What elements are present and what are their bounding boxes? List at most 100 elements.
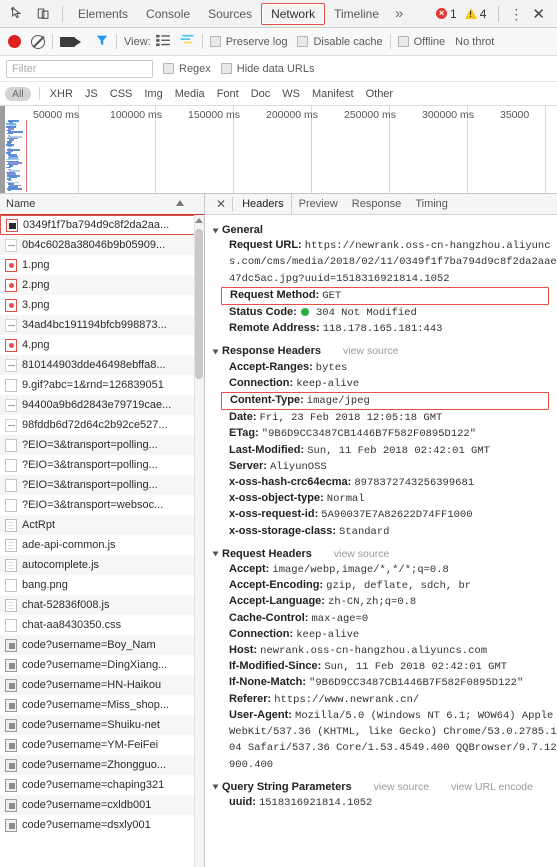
offline-checkbox[interactable]: Offline [398, 36, 446, 48]
table-row[interactable]: autocomplete.js [0, 555, 204, 575]
tab-elements[interactable]: Elements [69, 0, 137, 27]
tab-headers[interactable]: Headers [235, 194, 292, 214]
table-row[interactable]: code?username=Shuiku-net [0, 715, 204, 735]
type-filter-other[interactable]: Other [360, 87, 400, 101]
scroll-up-icon[interactable] [195, 218, 203, 223]
record-button[interactable] [8, 35, 21, 48]
filter-icon[interactable] [95, 34, 109, 50]
tab-network[interactable]: Network [261, 3, 325, 25]
section-response-headers[interactable]: Response Headers view source [213, 344, 557, 359]
table-row[interactable]: 9.gif?abc=1&rnd=126839051 [0, 375, 204, 395]
table-row[interactable]: code?username=cxldb001 [0, 795, 204, 815]
tab-timing[interactable]: Timing [408, 194, 455, 214]
tab-timeline[interactable]: Timeline [325, 0, 388, 27]
section-general[interactable]: General [213, 223, 557, 238]
type-filter-font[interactable]: Font [211, 87, 245, 101]
table-row[interactable]: 4.png [0, 335, 204, 355]
inspect-element-icon[interactable] [4, 1, 30, 27]
overview-left-handle[interactable] [0, 106, 5, 193]
table-row[interactable]: 0b4c6028a38046b9b05909... [0, 235, 204, 255]
section-query-string[interactable]: Query String Parameters view source view… [213, 780, 557, 795]
table-row[interactable]: 34ad4bc191194bfcb998873... [0, 315, 204, 335]
checkbox-box[interactable] [398, 36, 409, 47]
list-view-icon[interactable] [156, 34, 170, 49]
view-source-link[interactable]: view source [343, 344, 398, 359]
throttling-select[interactable]: No throt [455, 36, 494, 48]
type-filter-js[interactable]: JS [79, 87, 104, 101]
table-row[interactable]: 810144903dde46498ebffa8... [0, 355, 204, 375]
table-row[interactable]: chat-aa8430350.css [0, 615, 204, 635]
clear-button[interactable] [31, 35, 45, 49]
table-row[interactable]: 1.png [0, 255, 204, 275]
type-filter-img[interactable]: Img [138, 87, 168, 101]
filter-input[interactable] [6, 60, 153, 78]
table-row[interactable]: code?username=dsxly001 [0, 815, 204, 835]
request-list-scrollbar[interactable] [194, 215, 204, 867]
close-details-button[interactable]: ✕ [210, 197, 232, 211]
more-tabs-button[interactable]: » [388, 0, 410, 27]
dom-content-loaded-marker [26, 120, 27, 192]
preserve-log-checkbox[interactable]: Preserve log [210, 36, 288, 48]
table-row[interactable]: code?username=HN-Haikou [0, 675, 204, 695]
request-name: code?username=DingXiang... [22, 659, 167, 671]
dash-file-icon [5, 359, 17, 372]
table-row[interactable]: chat-52836f008.js [0, 595, 204, 615]
type-filter-css[interactable]: CSS [104, 87, 139, 101]
table-row[interactable]: bang.png [0, 575, 204, 595]
checkbox-box[interactable] [163, 63, 174, 74]
checkbox-box[interactable] [221, 63, 232, 74]
table-row[interactable]: 94400a9b6d2843e79719cae... [0, 395, 204, 415]
table-row[interactable]: code?username=Boy_Nam [0, 635, 204, 655]
table-row[interactable]: code?username=YM-FeiFei [0, 735, 204, 755]
disable-cache-checkbox[interactable]: Disable cache [297, 36, 382, 48]
devtools-menu-button[interactable]: ⋮ [502, 7, 530, 21]
table-row[interactable]: code?username=chaping321 [0, 775, 204, 795]
type-filter-xhr[interactable]: XHR [44, 87, 79, 101]
table-row[interactable]: ?EIO=3&transport=polling... [0, 435, 204, 455]
checkbox-box[interactable] [210, 36, 221, 47]
view-source-link[interactable]: view source [334, 547, 389, 562]
type-filter-all[interactable]: All [5, 87, 31, 101]
script-file-icon [5, 639, 17, 652]
chevron-down-icon [213, 228, 219, 233]
table-row[interactable]: ade-api-common.js [0, 535, 204, 555]
toggle-device-toolbar-icon[interactable] [30, 1, 56, 27]
regex-checkbox[interactable]: Regex [163, 63, 211, 75]
header-key: x-oss-request-id: [229, 508, 321, 520]
section-general-title: General [222, 223, 263, 238]
view-url-encoded-link[interactable]: view URL encode [451, 780, 533, 795]
scrollbar-thumb[interactable] [195, 229, 203, 379]
section-request-headers[interactable]: Request Headers view source [213, 547, 557, 562]
tab-response[interactable]: Response [345, 194, 409, 214]
type-filter-media[interactable]: Media [169, 87, 211, 101]
close-devtools-button[interactable]: ✕ [530, 5, 551, 23]
header-row: Date: Fri, 23 Feb 2018 12:05:18 GMT [213, 410, 557, 426]
capture-screenshots-icon[interactable] [60, 37, 75, 47]
tab-console[interactable]: Console [137, 0, 199, 27]
table-row[interactable]: 2.png [0, 275, 204, 295]
hide-data-urls-checkbox[interactable]: Hide data URLs [221, 63, 315, 75]
table-row[interactable]: 98fddb6d72d64c2b92ce527... [0, 415, 204, 435]
request-list[interactable]: 0349f1f7ba794d9c8f2da2aa... 0b4c6028a3804… [0, 215, 204, 867]
table-row[interactable]: ActRpt [0, 515, 204, 535]
type-filter-manifest[interactable]: Manifest [306, 87, 360, 101]
view-source-link[interactable]: view source [374, 780, 429, 795]
header-key: Accept-Encoding: [229, 579, 326, 591]
table-row[interactable]: 0349f1f7ba794d9c8f2da2aa... [0, 215, 204, 235]
table-row[interactable]: ?EIO=3&transport=websoc... [0, 495, 204, 515]
table-row[interactable]: code?username=Miss_shop... [0, 695, 204, 715]
waterfall-view-icon[interactable] [180, 34, 195, 49]
type-filter-doc[interactable]: Doc [245, 87, 277, 101]
table-row[interactable]: ?EIO=3&transport=polling... [0, 455, 204, 475]
request-list-header[interactable]: Name [0, 194, 204, 215]
checkbox-box[interactable] [297, 36, 308, 47]
error-badge[interactable]: × 1 4 [436, 7, 491, 21]
tab-sources[interactable]: Sources [199, 0, 261, 27]
tab-preview[interactable]: Preview [292, 194, 345, 214]
table-row[interactable]: 3.png [0, 295, 204, 315]
network-overview[interactable]: 50000 ms 100000 ms 150000 ms 200000 ms 25000… [0, 106, 557, 194]
table-row[interactable]: code?username=Zhongguo... [0, 755, 204, 775]
type-filter-ws[interactable]: WS [276, 87, 306, 101]
table-row[interactable]: ?EIO=3&transport=polling... [0, 475, 204, 495]
table-row[interactable]: code?username=DingXiang... [0, 655, 204, 675]
